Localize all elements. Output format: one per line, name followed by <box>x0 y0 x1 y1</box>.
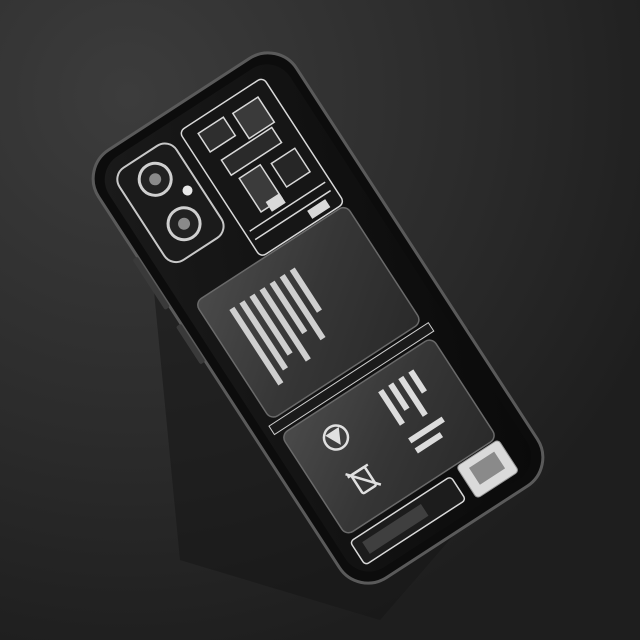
photo-scene <box>0 0 640 640</box>
phone-photo <box>0 0 640 640</box>
